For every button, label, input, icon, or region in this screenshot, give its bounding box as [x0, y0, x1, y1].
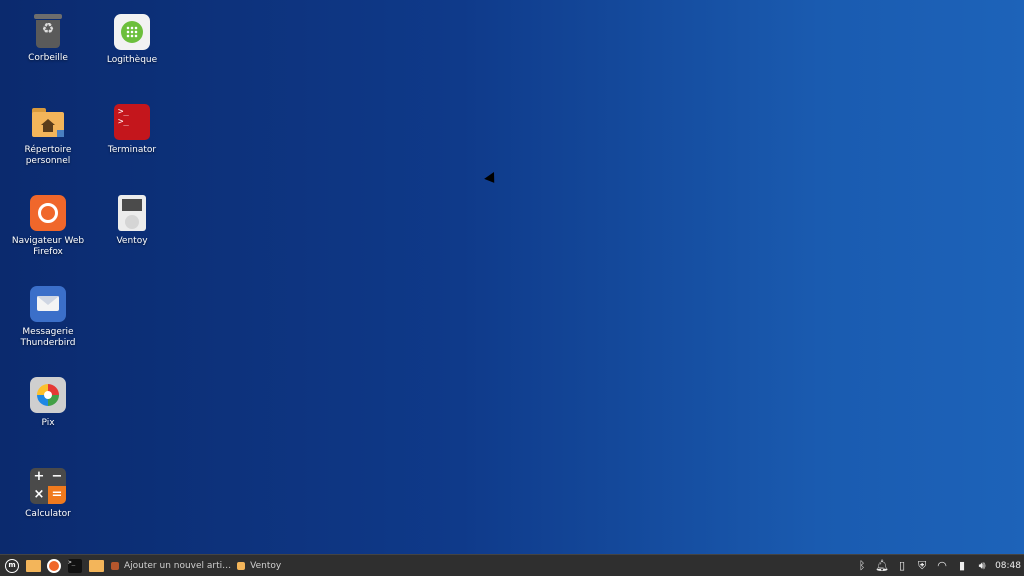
firefox-icon	[47, 558, 61, 573]
folder-icon	[25, 559, 41, 572]
mail-icon	[30, 286, 66, 322]
desktop-icon-calculator[interactable]: + − × = Calculator	[7, 468, 89, 520]
clipboard-icon[interactable]: ▯	[894, 558, 910, 574]
volume-icon[interactable]: 🔊︎	[974, 558, 990, 574]
update-shield-icon[interactable]: ⛨	[914, 558, 930, 574]
window-title: Ajouter un nouvel arti…	[124, 560, 232, 571]
launcher-firefox[interactable]	[45, 557, 63, 575]
wifi-icon[interactable]: ◠	[934, 558, 950, 574]
system-tray: ᛒ 🔔︎ ▯ ⛨ ◠ ▮ 🔊︎ 08:48	[852, 555, 1024, 576]
desktop-icon-software-manager[interactable]: Logithèque	[91, 14, 173, 66]
media-player-icon	[118, 195, 146, 231]
icon-label: Logithèque	[106, 55, 158, 65]
desktop-icon-thunderbird[interactable]: Messagerie Thunderbird	[7, 286, 89, 349]
battery-icon[interactable]: ▮	[954, 558, 970, 574]
icon-label: Messagerie Thunderbird	[20, 327, 76, 348]
desktop: ♻ Corbeille Répertoire personnel Navigat…	[0, 0, 1024, 554]
terminal-icon: >_ >_	[114, 104, 150, 140]
software-manager-icon	[114, 14, 150, 50]
bluetooth-icon[interactable]: ᛒ	[854, 558, 870, 574]
folder-icon	[237, 561, 246, 570]
calculator-icon: + − × =	[30, 468, 66, 504]
firefox-icon	[111, 561, 119, 570]
terminal-icon: >_	[68, 558, 82, 573]
photo-viewer-icon	[30, 377, 66, 413]
trash-icon: ♻	[33, 14, 63, 48]
mouse-pointer-icon	[484, 172, 500, 187]
window-title: Ventoy	[250, 560, 282, 571]
launcher-files[interactable]	[24, 557, 42, 575]
taskbar-window-firefox[interactable]: Ajouter un nouvel arti…	[111, 561, 231, 571]
desktop-icon-trash[interactable]: ♻ Corbeille	[7, 14, 89, 64]
icon-label: Corbeille	[28, 53, 68, 63]
launcher-terminal[interactable]: >_	[66, 557, 84, 575]
folder-icon	[88, 559, 104, 572]
mint-logo-icon: m	[5, 558, 19, 573]
desktop-icon-firefox[interactable]: Navigateur Web Firefox	[7, 195, 89, 258]
desktop-icon-home-folder[interactable]: Répertoire personnel	[7, 104, 89, 167]
home-folder-icon	[30, 104, 66, 140]
taskbar-window-ventoy[interactable]: Ventoy	[237, 561, 281, 571]
desktop-icon-pix[interactable]: Pix	[7, 377, 89, 429]
icon-label: Navigateur Web Firefox	[11, 236, 85, 257]
firefox-icon	[30, 195, 66, 231]
clock[interactable]: 08:48	[995, 561, 1021, 571]
launcher-folder[interactable]	[87, 557, 105, 575]
notifications-icon[interactable]: 🔔︎	[874, 558, 890, 574]
icon-label: Pix	[41, 418, 55, 428]
desktop-icon-terminator[interactable]: >_ >_ Terminator	[91, 104, 173, 156]
icon-label: Répertoire personnel	[24, 145, 72, 166]
desktop-icon-ventoy[interactable]: Ventoy	[91, 195, 173, 247]
taskbar: m >_ Ajouter un nouvel arti… Ventoy ᛒ 🔔︎…	[0, 554, 1024, 576]
icon-label: Ventoy	[116, 236, 148, 246]
menu-button[interactable]: m	[3, 557, 21, 575]
icon-label: Terminator	[107, 145, 157, 155]
icon-label: Calculator	[25, 509, 71, 519]
